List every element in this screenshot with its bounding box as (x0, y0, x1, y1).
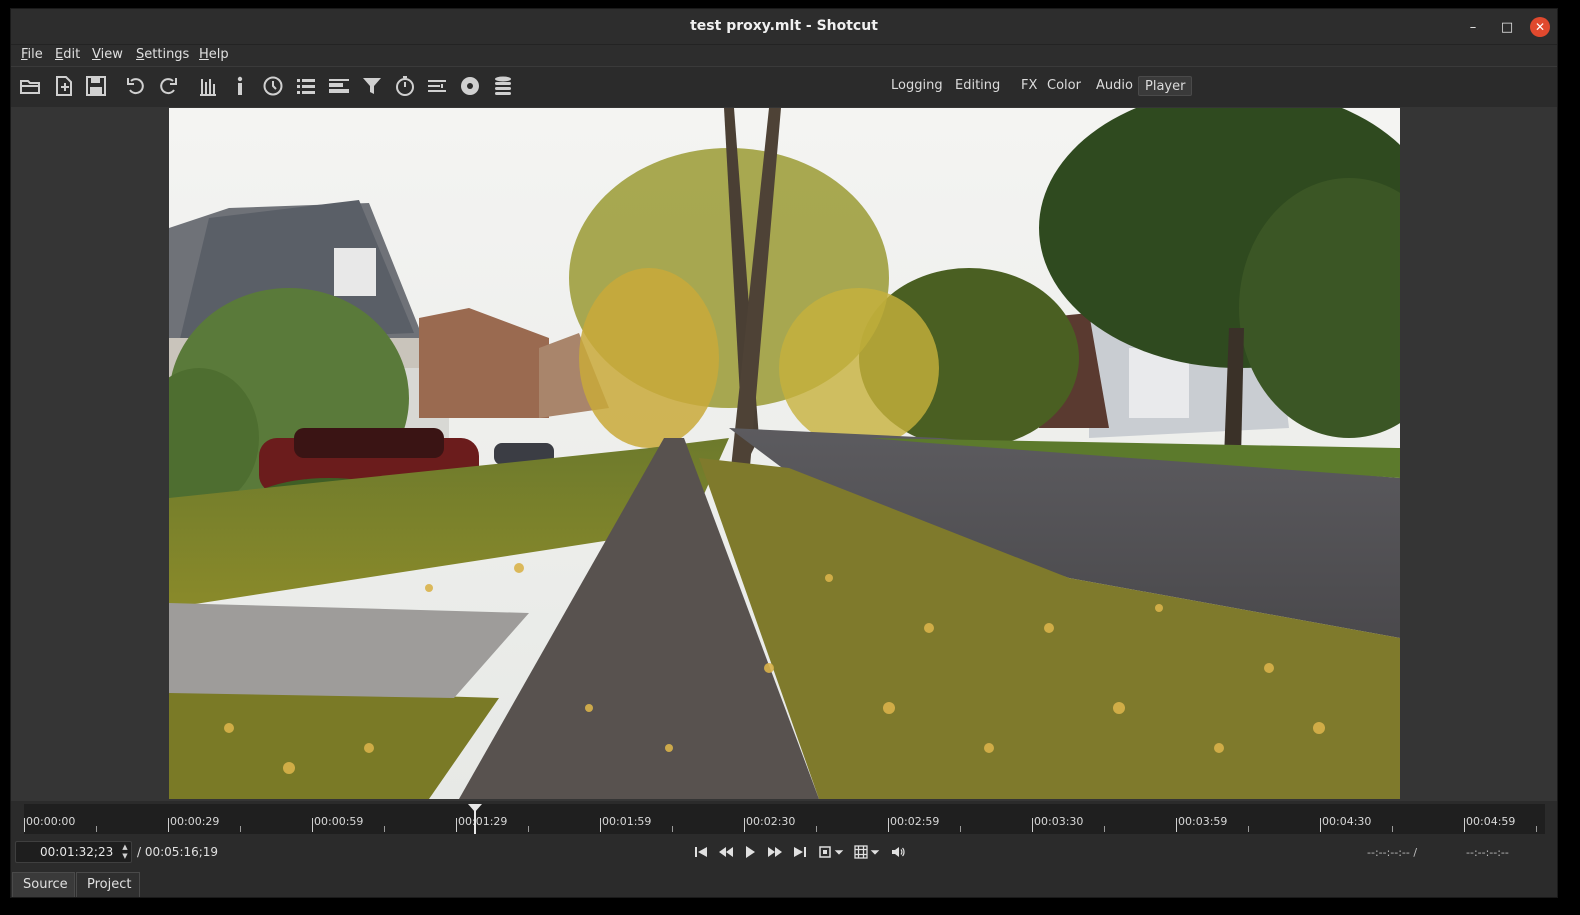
history-icon[interactable] (424, 73, 450, 99)
ruler-major-tick (24, 818, 25, 832)
ruler-label: 00:00:29 (170, 815, 220, 828)
ruler-label: 00:04:30 (1322, 815, 1372, 828)
transport-controls: 00:01:32;23 ▲ ▼ / 00:05:16;19 --:--:--:-… (11, 838, 1557, 868)
duration-label: / 00:05:16;19 (137, 845, 219, 859)
ruler-major-tick (1464, 818, 1465, 832)
tab-project[interactable]: Project (76, 872, 140, 897)
ruler-major-tick (1176, 818, 1177, 832)
ruler-label: 00:02:30 (746, 815, 796, 828)
rewind-icon[interactable] (716, 843, 736, 861)
grid-icon[interactable] (851, 843, 871, 861)
tab-source[interactable]: Source (12, 872, 75, 897)
menu-view[interactable]: View (92, 47, 123, 62)
video-frame (169, 108, 1400, 799)
ruler-minor-tick (240, 826, 241, 832)
zoom-dropdown-chevron-icon[interactable] (833, 843, 845, 861)
main-toolbar: Logging Editing FX Color Audio Player (11, 67, 1557, 105)
ruler-label: 00:03:30 (1034, 815, 1084, 828)
ruler-minor-tick (1248, 826, 1249, 832)
viewer-tab-bar: Source Project (11, 871, 1557, 897)
ruler-minor-tick (816, 826, 817, 832)
ruler-label: 00:02:59 (890, 815, 940, 828)
shotcut-window: test proxy.mlt - Shotcut – □ ✕ File Edit… (10, 8, 1558, 898)
ruler-major-tick (1320, 818, 1321, 832)
play-icon[interactable] (740, 843, 760, 861)
layout-player[interactable]: Player (1138, 76, 1193, 96)
ruler-minor-tick (1392, 826, 1393, 832)
open-other-icon[interactable] (51, 73, 77, 99)
recent-icon[interactable] (260, 73, 286, 99)
close-button[interactable]: ✕ (1530, 17, 1550, 37)
properties-icon[interactable] (227, 73, 253, 99)
ruler-minor-tick (96, 826, 97, 832)
ruler-minor-tick (384, 826, 385, 832)
menu-file[interactable]: File (21, 47, 43, 62)
spin-down-icon[interactable]: ▼ (119, 852, 131, 861)
ruler-label: 00:00:59 (314, 815, 364, 828)
peak-meter-icon[interactable] (195, 73, 221, 99)
jobs-icon[interactable] (490, 73, 516, 99)
ruler-minor-tick (1104, 826, 1105, 832)
title-bar[interactable]: test proxy.mlt - Shotcut – □ ✕ (11, 9, 1557, 45)
ruler-major-tick (600, 818, 601, 832)
ruler-label: 00:04:59 (1466, 815, 1516, 828)
ruler-minor-tick (528, 826, 529, 832)
layout-fx[interactable]: FX (1015, 76, 1043, 96)
grid-dropdown-chevron-icon[interactable] (869, 843, 881, 861)
zoom-icon[interactable] (815, 843, 835, 861)
minimize-button[interactable]: – (1463, 17, 1483, 37)
skip-to-end-icon[interactable] (790, 843, 810, 861)
position-spinner[interactable]: ▲ ▼ (119, 843, 131, 861)
keyframes-icon[interactable] (392, 73, 418, 99)
ruler-label: 00:01:29 (458, 815, 508, 828)
redo-icon[interactable] (155, 73, 181, 99)
position-timecode-field[interactable]: 00:01:32;23 (15, 841, 132, 863)
ruler-major-tick (168, 818, 169, 832)
ruler-minor-tick (672, 826, 673, 832)
ruler-minor-tick (1536, 826, 1537, 832)
filters-icon[interactable] (359, 73, 385, 99)
in-point-timecode: --:--:--:-- / (1367, 846, 1418, 859)
layout-color[interactable]: Color (1041, 76, 1087, 96)
ruler-label: 00:03:59 (1178, 815, 1228, 828)
out-point-timecode: --:--:--:-- (1466, 846, 1509, 859)
maximize-button[interactable]: □ (1497, 17, 1517, 37)
layout-logging[interactable]: Logging (885, 76, 949, 96)
menu-settings[interactable]: Settings (136, 47, 189, 62)
playlist-icon[interactable] (293, 73, 319, 99)
layout-audio[interactable]: Audio (1090, 76, 1139, 96)
menu-help[interactable]: Help (199, 47, 229, 62)
video-viewer[interactable] (11, 107, 1557, 801)
layout-editing[interactable]: Editing (949, 76, 1006, 96)
save-icon[interactable] (83, 73, 109, 99)
menu-edit[interactable]: Edit (55, 47, 80, 62)
ruler-minor-tick (960, 826, 961, 832)
skip-to-start-icon[interactable] (691, 843, 711, 861)
open-file-icon[interactable] (17, 73, 43, 99)
ruler-label: 00:00:00 (26, 815, 76, 828)
export-icon[interactable] (457, 73, 483, 99)
street-scene-image (169, 108, 1400, 799)
fast-forward-icon[interactable] (765, 843, 785, 861)
ruler-label: 00:01:59 (602, 815, 652, 828)
spin-up-icon[interactable]: ▲ (119, 843, 131, 852)
window-title: test proxy.mlt - Shotcut (690, 18, 878, 34)
undo-icon[interactable] (123, 73, 149, 99)
ruler-major-tick (888, 818, 889, 832)
ruler-major-tick (1032, 818, 1033, 832)
playhead[interactable] (468, 804, 482, 834)
ruler-major-tick (456, 818, 457, 832)
ruler-major-tick (312, 818, 313, 832)
timeline-ruler[interactable]: 00:00:00 00:00:29 00:00:59 00:01:29 00:0… (24, 804, 1545, 834)
ruler-major-tick (744, 818, 745, 832)
menu-bar: File Edit View Settings Help (11, 45, 1557, 67)
volume-icon[interactable] (888, 843, 908, 861)
timeline-icon[interactable] (326, 73, 352, 99)
